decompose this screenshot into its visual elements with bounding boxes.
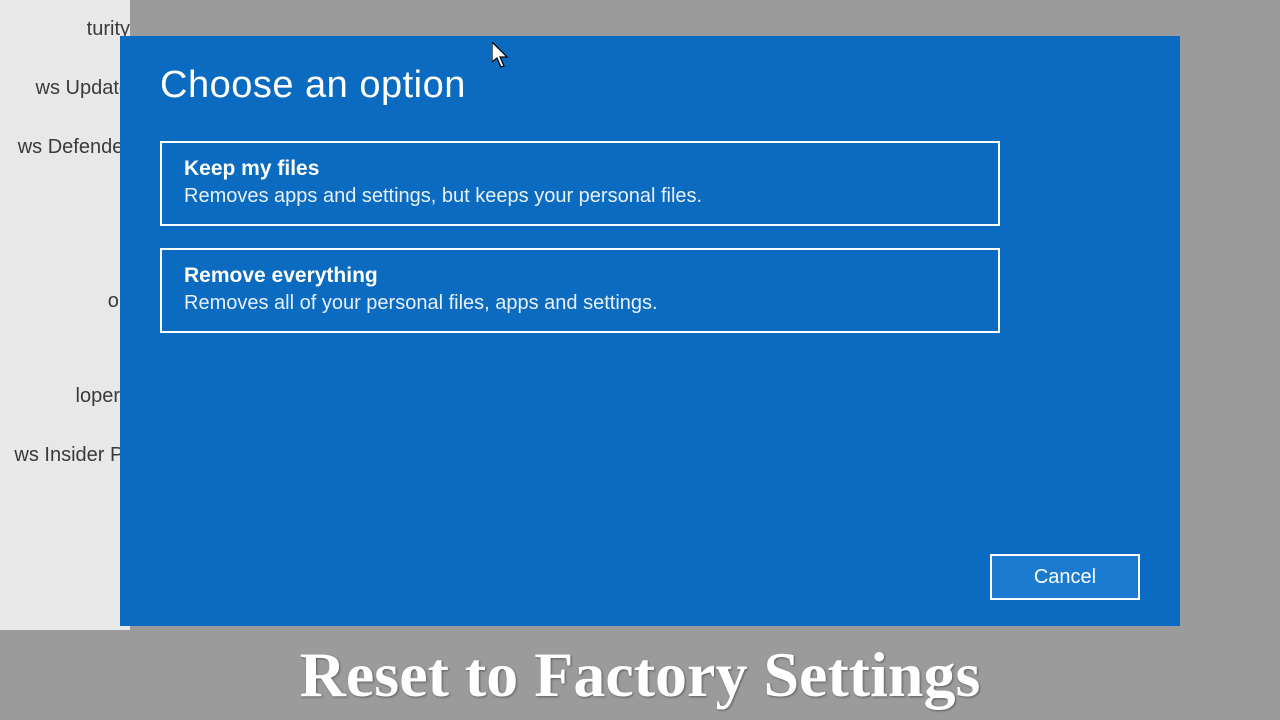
option-desc: Removes apps and settings, but keeps you…: [184, 185, 976, 208]
option-title: Keep my files: [184, 157, 976, 181]
sidebar-item-windows-update[interactable]: ws Update: [0, 59, 130, 118]
sidebar-item-blank1: [0, 177, 130, 213]
video-caption: Reset to Factory Settings: [0, 630, 1280, 720]
dialog-title: Choose an option: [160, 64, 1140, 107]
option-desc: Removes all of your personal files, apps…: [184, 292, 976, 315]
option-keep-my-files[interactable]: Keep my files Removes apps and settings,…: [160, 141, 1000, 226]
sidebar-item-security[interactable]: turity: [0, 0, 130, 59]
sidebar-item-windows-defender[interactable]: ws Defender: [0, 118, 130, 177]
sidebar-item-recovery[interactable]: y: [0, 213, 130, 272]
sidebar-item-activation[interactable]: on: [0, 272, 130, 331]
sidebar-item-blank2: [0, 331, 130, 367]
cancel-button[interactable]: Cancel: [990, 554, 1140, 600]
sidebar-item-insider-program[interactable]: ws Insider Pr: [0, 426, 130, 485]
reset-pc-dialog: Choose an option Keep my files Removes a…: [120, 36, 1180, 626]
option-remove-everything[interactable]: Remove everything Removes all of your pe…: [160, 248, 1000, 333]
sidebar-item-developers[interactable]: lopers: [0, 367, 130, 426]
settings-sidebar: turity ws Update ws Defender y on lopers…: [0, 0, 130, 650]
option-title: Remove everything: [184, 264, 976, 288]
